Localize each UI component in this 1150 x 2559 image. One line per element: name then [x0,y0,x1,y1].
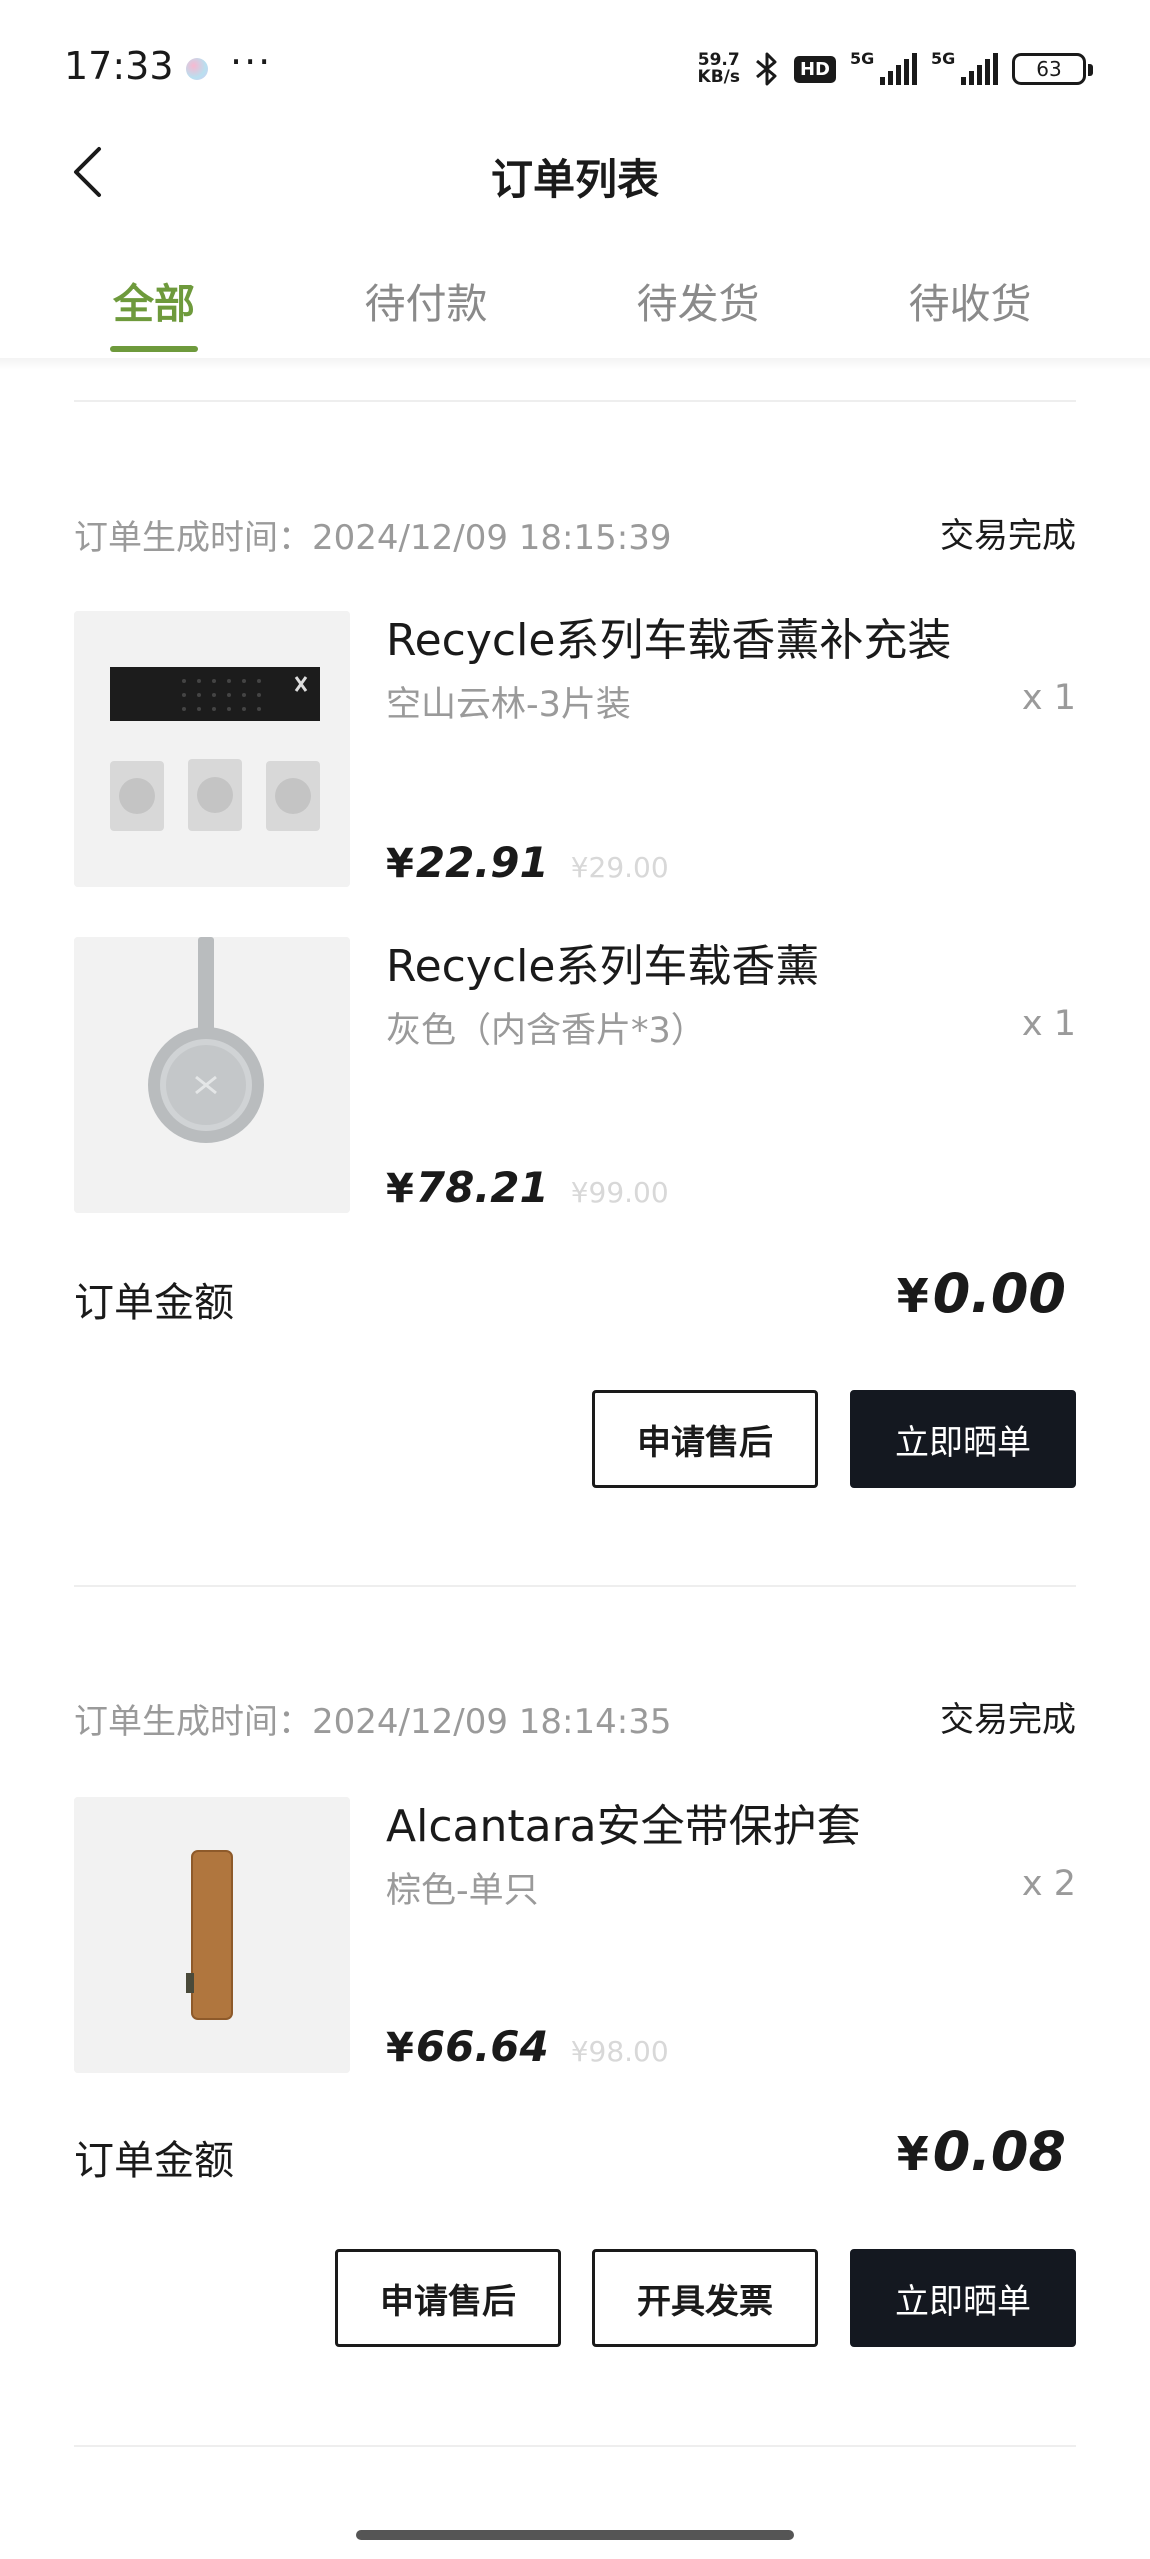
current-price: ¥66.64 [386,2022,549,2071]
active-tab-indicator [110,346,198,352]
product-quantity: x 2 [1021,1864,1076,1904]
current-price: ¥78.21 [386,1163,549,1212]
order-tabs: 全部 待付款 待发货 待收货 [0,250,1150,360]
status-time: 17:33 [64,44,174,88]
tab-pending-receipt[interactable]: 待收货 [870,270,1070,330]
page-title: 订单列表 [490,155,659,204]
home-indicator[interactable] [356,2530,794,2540]
product-image[interactable] [74,611,350,887]
signal-icon-2: 5G [931,49,998,85]
product-spec: 灰色（内含香片*3） [386,1011,706,1051]
order-total-label: 订单金额 [74,1280,234,1326]
divider [74,400,1076,402]
notification-dot-icon [186,58,208,80]
product-name[interactable]: Recycle系列车载香薰 [386,930,819,994]
product-price: ¥78.21 ¥99.00 [386,1163,669,1212]
share-review-button[interactable]: 立即晒单 [850,2249,1076,2347]
refill-pack-image [74,611,350,887]
product-price: ¥66.64 ¥98.00 [386,2022,669,2071]
network-speed: 59.7 KB/s [697,50,740,87]
bluetooth-icon [756,52,777,86]
divider [74,1585,1076,1587]
product-price: ¥22.91 ¥29.00 [386,838,669,887]
share-review-button[interactable]: 立即晒单 [850,1390,1076,1488]
order-total-amount: ¥0.00 [896,1262,1066,1325]
order-time: 订单生成时间：2024/12/09 18:15:39 [74,518,672,558]
product-spec: 空山云林-3片装 [386,685,631,725]
tab-shadow [0,358,1150,370]
battery-icon: 63 [1012,53,1093,85]
order-status: 交易完成 [940,516,1076,556]
status-icons: 59.7 KB/s HD 5G 5G 63 [697,44,1093,94]
product-name[interactable]: Alcantara安全带保护套 [386,1790,861,1854]
original-price: ¥98.00 [570,2035,669,2068]
product-quantity: x 1 [1021,678,1076,718]
order-time: 订单生成时间：2024/12/09 18:14:35 [74,1702,672,1742]
apply-after-sales-button[interactable]: 申请售后 [592,1390,818,1488]
product-name[interactable]: Recycle系列车载香薰补充装 [386,604,951,668]
seatbelt-cover-image [74,1797,350,2073]
apply-after-sales-button[interactable]: 申请售后 [335,2249,561,2347]
product-image[interactable] [74,937,350,1213]
order-status: 交易完成 [940,1700,1076,1740]
car-diffuser-image [74,937,350,1213]
product-image[interactable] [74,1797,350,2073]
signal-icon-1: 5G [850,49,917,85]
tab-all[interactable]: 全部 [54,270,254,330]
order-total-amount: ¥0.08 [896,2120,1066,2183]
product-spec: 棕色-单只 [386,1871,539,1911]
product-quantity: x 1 [1021,1004,1076,1044]
tab-pending-payment[interactable]: 待付款 [326,270,526,330]
status-bar: 17:33 ··· 59.7 KB/s HD 5G 5G 63 [0,0,1150,130]
tab-pending-shipment[interactable]: 待发货 [598,270,798,330]
hd-voice-icon: HD [793,55,836,83]
current-price: ¥22.91 [386,838,549,887]
order-total-label: 订单金额 [74,2138,234,2184]
more-notifications-icon: ··· [230,40,273,84]
divider [74,2445,1076,2447]
original-price: ¥99.00 [570,1176,669,1209]
issue-invoice-button[interactable]: 开具发票 [592,2249,818,2347]
original-price: ¥29.00 [570,851,669,884]
